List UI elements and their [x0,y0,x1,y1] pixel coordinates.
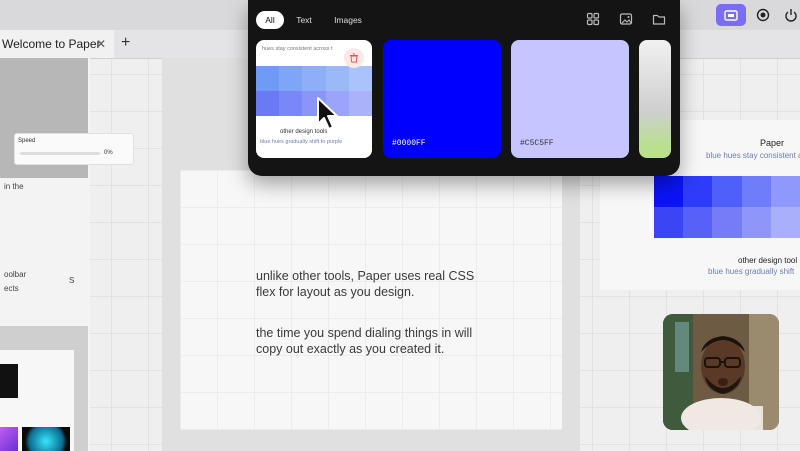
webcam-overlay [663,314,779,430]
right-frame-title: Paper [760,138,785,148]
black-swatch [0,364,18,398]
record-icon[interactable] [752,4,774,26]
right-frame-subtitle: blue hues stay consistent ac [706,151,800,160]
window-controls [716,4,800,26]
filter-all[interactable]: All [256,11,284,29]
left-text-fragment: ects [4,284,19,293]
speed-label: Speed [18,138,36,144]
right-frame-caption-sub: blue hues gradually shift [708,267,795,276]
left-text-fragment: S [69,276,75,285]
presenter-video-icon [663,314,779,430]
power-icon[interactable] [780,4,800,26]
canvas-page[interactable] [180,170,562,430]
clip-item-swatch-grid [256,66,372,116]
speed-value: 0% [104,150,113,156]
right-frame-caption: other design tool [738,256,798,265]
color-hex-label: #0000FF [392,139,426,148]
text-line: flex for layout as you design. [256,285,415,299]
color-hex-label: #C5C5FF [520,139,554,148]
filter-images[interactable]: Images [326,11,370,29]
left-text-fragment: oolbar [4,270,27,279]
blue-swatch-grid [654,176,800,238]
filter-text[interactable]: Text [288,11,320,29]
canvas-paragraph-2[interactable]: the time you spend dialing things in wil… [256,325,536,357]
left-text-fragment: in the [4,182,24,191]
image-icon[interactable] [619,12,633,26]
tab-label: Welcome to Paper [2,37,101,51]
text-line: copy out exactly as you created it. [256,342,445,356]
text-line: unlike other tools, Paper uses real CSS [256,269,475,283]
tab-close-icon[interactable]: ✕ [96,37,106,51]
screen-record-icon[interactable] [716,4,746,26]
cyan-glow-thumb [22,427,70,451]
grid-icon[interactable] [586,12,600,26]
folder-icon[interactable] [652,12,666,26]
canvas-paragraph-1[interactable]: unlike other tools, Paper uses real CSS … [256,268,536,300]
text-line: the time you spend dialing things in wil… [256,326,473,340]
clip-item-subtitle: hues stay consistent across t [262,46,333,52]
speed-slider[interactable] [20,152,100,155]
clip-item-image[interactable] [639,40,671,158]
clip-item-caption-sub: blue hues gradually shift to purple [260,139,343,145]
trash-icon[interactable] [344,48,364,68]
new-tab-button[interactable]: + [121,34,130,52]
purple-gradient-thumb [0,427,18,451]
mouse-cursor-icon [317,97,338,130]
